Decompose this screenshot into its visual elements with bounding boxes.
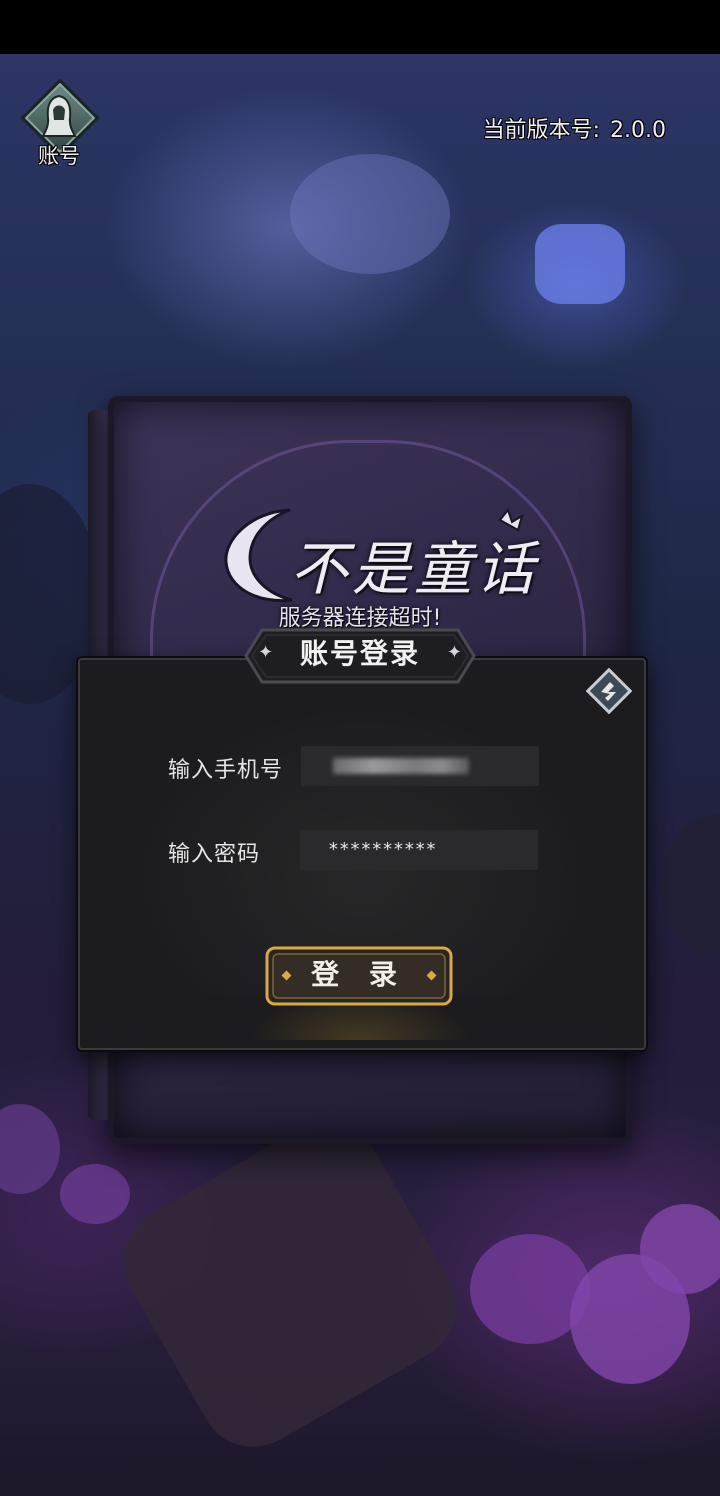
password-label: 输入密码 bbox=[168, 842, 261, 867]
login-button[interactable]: 登 录 bbox=[265, 946, 453, 1006]
sparkle-icon: ✦ bbox=[446, 642, 462, 663]
phone-label: 输入手机号 bbox=[168, 758, 284, 783]
mushroom-decoration bbox=[640, 1204, 720, 1294]
switch-account-icon bbox=[585, 667, 633, 715]
status-bar bbox=[0, 0, 720, 54]
account-label: 账号 bbox=[38, 144, 80, 168]
version-info: 当前版本号: 2.0.0 bbox=[483, 112, 666, 144]
log-decoration bbox=[103, 1101, 477, 1467]
mushroom-decoration bbox=[60, 1164, 130, 1224]
dialog-title: 账号登录 bbox=[299, 637, 420, 670]
game-title: 不是童话 bbox=[290, 535, 539, 603]
rock-decoration bbox=[290, 154, 450, 274]
version-label: 当前版本号: bbox=[482, 118, 601, 143]
switch-account-button[interactable] bbox=[585, 667, 633, 715]
masked-phone-value bbox=[333, 758, 469, 774]
crystal-decoration bbox=[535, 224, 625, 304]
phone-input[interactable] bbox=[301, 746, 539, 786]
account-button[interactable]: 账号 bbox=[20, 78, 100, 170]
dialog-title-tab: ✦ 账号登录 ✦ bbox=[244, 628, 476, 684]
rock-decoration bbox=[660, 814, 720, 954]
login-button-label: 登 录 bbox=[311, 958, 407, 991]
mushroom-decoration bbox=[0, 1104, 60, 1194]
hooded-figure-icon bbox=[41, 94, 77, 137]
version-value: 2.0.0 bbox=[610, 118, 666, 143]
password-input[interactable]: ********** bbox=[300, 830, 538, 870]
